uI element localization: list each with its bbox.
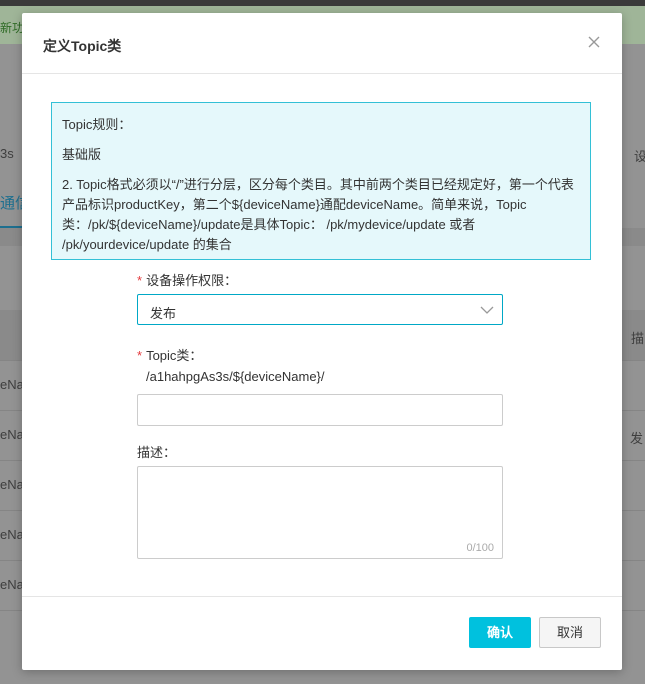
dialog-header: 定义Topic类 [22, 13, 622, 74]
required-mark: * [137, 348, 143, 363]
info-subtitle: 基础版 [62, 147, 102, 162]
description-textarea[interactable]: 0/100 [137, 466, 503, 559]
topic-label: * Topic类： [137, 345, 202, 364]
table-cell: eNa [0, 577, 24, 592]
char-counter: 0/100 [466, 542, 494, 554]
confirm-button[interactable]: 确认 [469, 617, 531, 648]
dialog-footer: 确认 取消 [22, 596, 622, 671]
table-cell: eNa [0, 527, 24, 542]
permission-label-text: 设备操作权限： [146, 273, 238, 288]
topic-prefix: /a1hahpgAs3s/${deviceName}/ [146, 369, 325, 384]
info-title: Topic规则： [62, 117, 132, 132]
table-cell: eNa [0, 427, 24, 442]
permission-select[interactable]: 发布 [137, 294, 503, 325]
cancel-button[interactable]: 取消 [539, 617, 601, 648]
table-cell: 发 [630, 431, 644, 446]
info-description: 2. Topic格式必须以“/”进行分层，区分每个类目。其中前两个类目已经规定好… [62, 177, 574, 252]
bg-fragment: 设 [634, 149, 645, 164]
permission-label: * 设备操作权限： [137, 270, 237, 289]
define-topic-dialog: 定义Topic类 Topic规则： 基础版 2. Topic格式必须以“/”进行… [22, 13, 622, 670]
dialog-title: 定义Topic类 [43, 38, 122, 54]
topic-label-text: Topic类： [146, 348, 203, 363]
table-cell: eNa [0, 477, 24, 492]
close-icon[interactable] [586, 34, 602, 50]
required-mark: * [137, 273, 143, 288]
table-cell: eNa [0, 377, 24, 392]
chevron-down-icon [480, 304, 494, 319]
topic-input[interactable] [137, 394, 503, 426]
bg-fragment: 3s [0, 146, 14, 161]
bg-fragment: 描 [631, 331, 645, 346]
desc-label: 描述： [137, 445, 177, 460]
topic-rules-info: Topic规则： 基础版 2. Topic格式必须以“/”进行分层，区分每个类目… [51, 102, 591, 260]
permission-select-value: 发布 [150, 306, 177, 321]
